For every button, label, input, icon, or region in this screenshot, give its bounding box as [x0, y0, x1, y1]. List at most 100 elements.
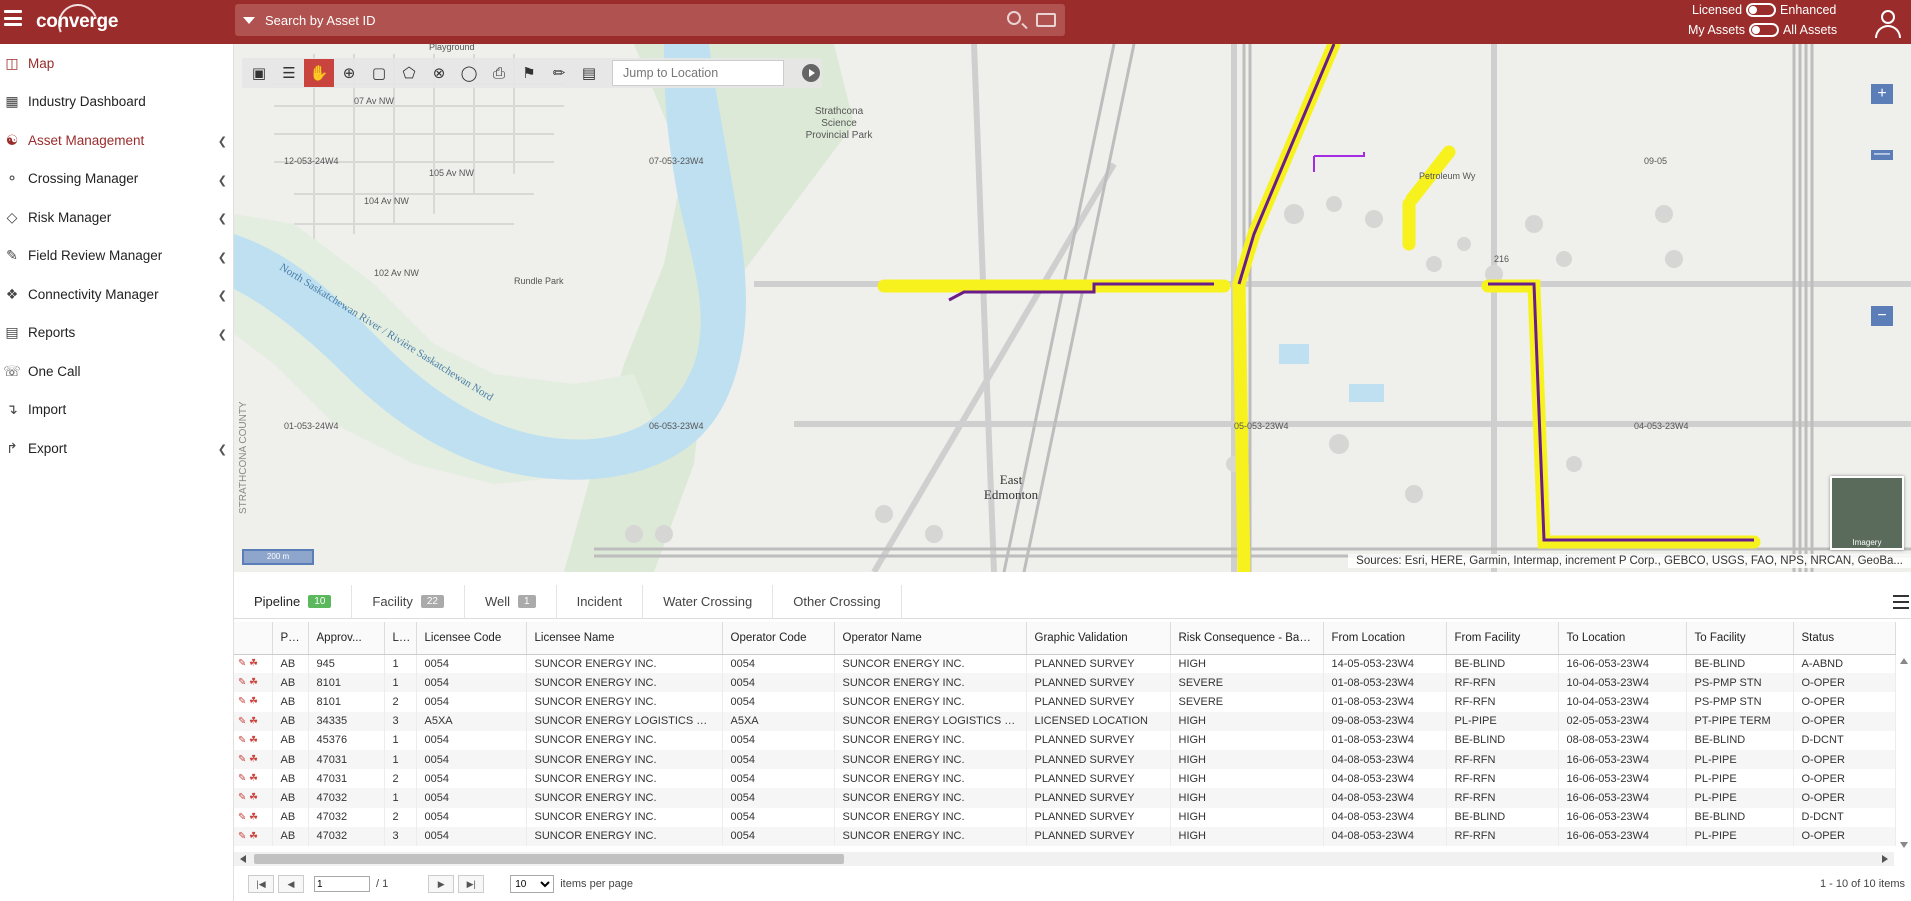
edit-icon[interactable]: ✎: [238, 735, 249, 746]
last-page-button[interactable]: ▶|: [458, 875, 485, 893]
zoom-to-asset-icon[interactable]: ☘: [249, 735, 258, 746]
column-header[interactable]: From Facility: [1446, 622, 1559, 655]
sidebar-item-asset-management[interactable]: ☯ Asset Management ❮: [0, 121, 233, 160]
column-header[interactable]: To Facility: [1686, 622, 1794, 655]
table-row[interactable]: ✎ ☘ AB 47032 1 0054 SUNCOR ENERGY INC. 0054 SUN…: [234, 788, 1896, 808]
table-row[interactable]: ✎ ☘ AB 8101 2 0054 SUNCOR ENERGY INC. 0054 SUNC…: [234, 692, 1896, 712]
zoom-to-asset-icon[interactable]: ☘: [249, 677, 258, 688]
pan-hand-icon[interactable]: ✋: [304, 59, 334, 87]
zoom-to-asset-icon[interactable]: ☘: [249, 831, 258, 842]
tab-well[interactable]: Well 1: [465, 584, 557, 619]
next-page-button[interactable]: ▶: [428, 875, 455, 893]
column-header[interactable]: L...: [384, 622, 417, 655]
vertical-scrollbar[interactable]: [1897, 658, 1911, 848]
table-row[interactable]: ✎ ☘ AB 34335 3 A5XA SUNCOR ENERGY LOGISTICS C…: [234, 711, 1896, 731]
sidebar-item-risk-manager[interactable]: ◇ Risk Manager ❮: [0, 198, 233, 237]
items-per-page-select[interactable]: 10: [510, 875, 555, 893]
measure-icon[interactable]: ▤: [574, 59, 604, 87]
scroll-thumb[interactable]: [254, 854, 844, 864]
zoom-in-icon[interactable]: ⊕: [334, 59, 364, 87]
table-row[interactable]: ✎ ☘ AB 47032 3 0054 SUNCOR ENERGY INC. 0054 SUN…: [234, 826, 1896, 846]
map-canvas[interactable]: Playground 07 Av NW 105 Av NW 104 Av NW …: [234, 44, 1911, 572]
folder-icon[interactable]: [1035, 9, 1057, 31]
sidebar-item-map[interactable]: ◫ Map: [0, 44, 233, 83]
sidebar-item-one-call[interactable]: ☏ One Call: [0, 352, 233, 391]
edit-icon[interactable]: ✎: [238, 754, 249, 765]
edit-icon[interactable]: ✎: [238, 716, 249, 727]
jump-to-location-input[interactable]: [612, 60, 784, 86]
column-header[interactable]: Prov: [272, 622, 309, 655]
edit-icon[interactable]: ✎: [238, 812, 249, 823]
tab-water-crossing[interactable]: Water Crossing: [643, 584, 774, 619]
user-profile-icon[interactable]: [1873, 8, 1903, 38]
scroll-left-icon[interactable]: [240, 855, 246, 863]
zoom-slider-handle[interactable]: —: [1871, 146, 1893, 162]
table-row[interactable]: ✎ ☘ AB 8101 1 0054 SUNCOR ENERGY INC. 0054 SUNC…: [234, 673, 1896, 693]
column-header[interactable]: Status: [1793, 622, 1896, 655]
column-header[interactable]: Licensee Code: [416, 622, 527, 655]
basemap-imagery-thumbnail[interactable]: Imagery: [1830, 476, 1904, 550]
scroll-down-icon[interactable]: [1900, 842, 1908, 848]
edit-icon[interactable]: ✎: [238, 696, 249, 707]
my-all-assets-toggle[interactable]: [1748, 23, 1779, 37]
edit-icon[interactable]: ✎: [238, 677, 249, 688]
sidebar-item-industry-dashboard[interactable]: ▦ Industry Dashboard: [0, 83, 233, 122]
print-icon[interactable]: ⎙: [484, 59, 514, 87]
page-number-input[interactable]: [314, 876, 370, 892]
column-header[interactable]: Licensee Name: [526, 622, 723, 655]
first-page-button[interactable]: |◀: [248, 875, 274, 893]
licensed-enhanced-toggle[interactable]: [1746, 3, 1777, 17]
search-type-dropdown-icon[interactable]: [243, 16, 255, 24]
scroll-right-icon[interactable]: [1882, 855, 1888, 863]
edit-icon[interactable]: ✎: [238, 658, 249, 669]
sidebar-item-connectivity-manager[interactable]: ❖ Connectivity Manager ❮: [0, 275, 233, 314]
tab-incident[interactable]: Incident: [557, 584, 644, 619]
edit-icon[interactable]: ✎: [238, 792, 249, 803]
go-play-icon[interactable]: [802, 64, 820, 82]
zoom-to-asset-icon[interactable]: ☘: [249, 754, 258, 765]
scroll-up-icon[interactable]: [1900, 658, 1908, 664]
table-row[interactable]: ✎ ☘ AB 47031 2 0054 SUNCOR ENERGY INC. 0054 SUN…: [234, 769, 1896, 789]
column-header[interactable]: Approv...: [308, 622, 385, 655]
zoom-out-button[interactable]: −: [1871, 306, 1893, 326]
zoom-to-asset-icon[interactable]: ☘: [249, 658, 258, 669]
select-rectangle-icon[interactable]: ▢: [364, 59, 394, 87]
zoom-to-asset-icon[interactable]: ☘: [249, 696, 258, 707]
pencil-icon[interactable]: ✏: [544, 59, 574, 87]
select-polygon-icon[interactable]: ⬠: [394, 59, 424, 87]
zoom-to-asset-icon[interactable]: ☘: [249, 812, 258, 823]
column-menu-icon[interactable]: [1893, 595, 1909, 609]
column-header[interactable]: Graphic Validation: [1026, 622, 1171, 655]
horizontal-scrollbar[interactable]: [234, 852, 1894, 866]
app-logo[interactable]: converge: [36, 0, 118, 50]
table-row[interactable]: ✎ ☘ AB 945 1 0054 SUNCOR ENERGY INC. 0054 SUNCO…: [234, 654, 1896, 674]
map-view[interactable]: Playground 07 Av NW 105 Av NW 104 Av NW …: [234, 44, 1911, 572]
edit-icon[interactable]: ✎: [238, 831, 249, 842]
search-icon[interactable]: [1005, 9, 1027, 31]
layers-icon[interactable]: ☰: [274, 59, 304, 87]
tab-other-crossing[interactable]: Other Crossing: [773, 584, 902, 619]
column-header[interactable]: Risk Consequence - Base...: [1170, 622, 1324, 655]
prev-page-button[interactable]: ◀: [278, 875, 304, 893]
sidebar-item-crossing-manager[interactable]: ⚬ Crossing Manager ❮: [0, 160, 233, 199]
column-header[interactable]: From Location: [1323, 622, 1447, 655]
tab-pipeline[interactable]: Pipeline 10: [234, 584, 353, 619]
zoom-to-asset-icon[interactable]: ☘: [249, 773, 258, 784]
save-icon[interactable]: ▣: [244, 59, 274, 87]
column-header[interactable]: Operator Code: [722, 622, 835, 655]
zoom-in-button[interactable]: +: [1871, 84, 1893, 104]
clear-selection-icon[interactable]: ⊗: [424, 59, 454, 87]
hamburger-menu-icon[interactable]: [4, 10, 22, 26]
sidebar-item-import[interactable]: ↴ Import: [0, 391, 233, 430]
comment-icon[interactable]: ◯: [454, 59, 484, 87]
asset-search-input[interactable]: [265, 12, 1005, 28]
column-header[interactable]: To Location: [1558, 622, 1687, 655]
table-row[interactable]: ✎ ☘ AB 45376 1 0054 SUNCOR ENERGY INC. 0054 SUN…: [234, 730, 1896, 750]
zoom-to-asset-icon[interactable]: ☘: [249, 792, 258, 803]
table-row[interactable]: ✎ ☘ AB 47031 1 0054 SUNCOR ENERGY INC. 0054 SUN…: [234, 749, 1896, 770]
sidebar-item-reports[interactable]: ▤ Reports ❮: [0, 314, 233, 353]
zoom-to-asset-icon[interactable]: ☘: [249, 716, 258, 727]
edit-icon[interactable]: ✎: [238, 773, 249, 784]
sidebar-item-field-review-manager[interactable]: ✎ Field Review Manager ❮: [0, 237, 233, 276]
table-row[interactable]: ✎ ☘ AB 47032 2 0054 SUNCOR ENERGY INC. 0054 SUN…: [234, 807, 1896, 827]
